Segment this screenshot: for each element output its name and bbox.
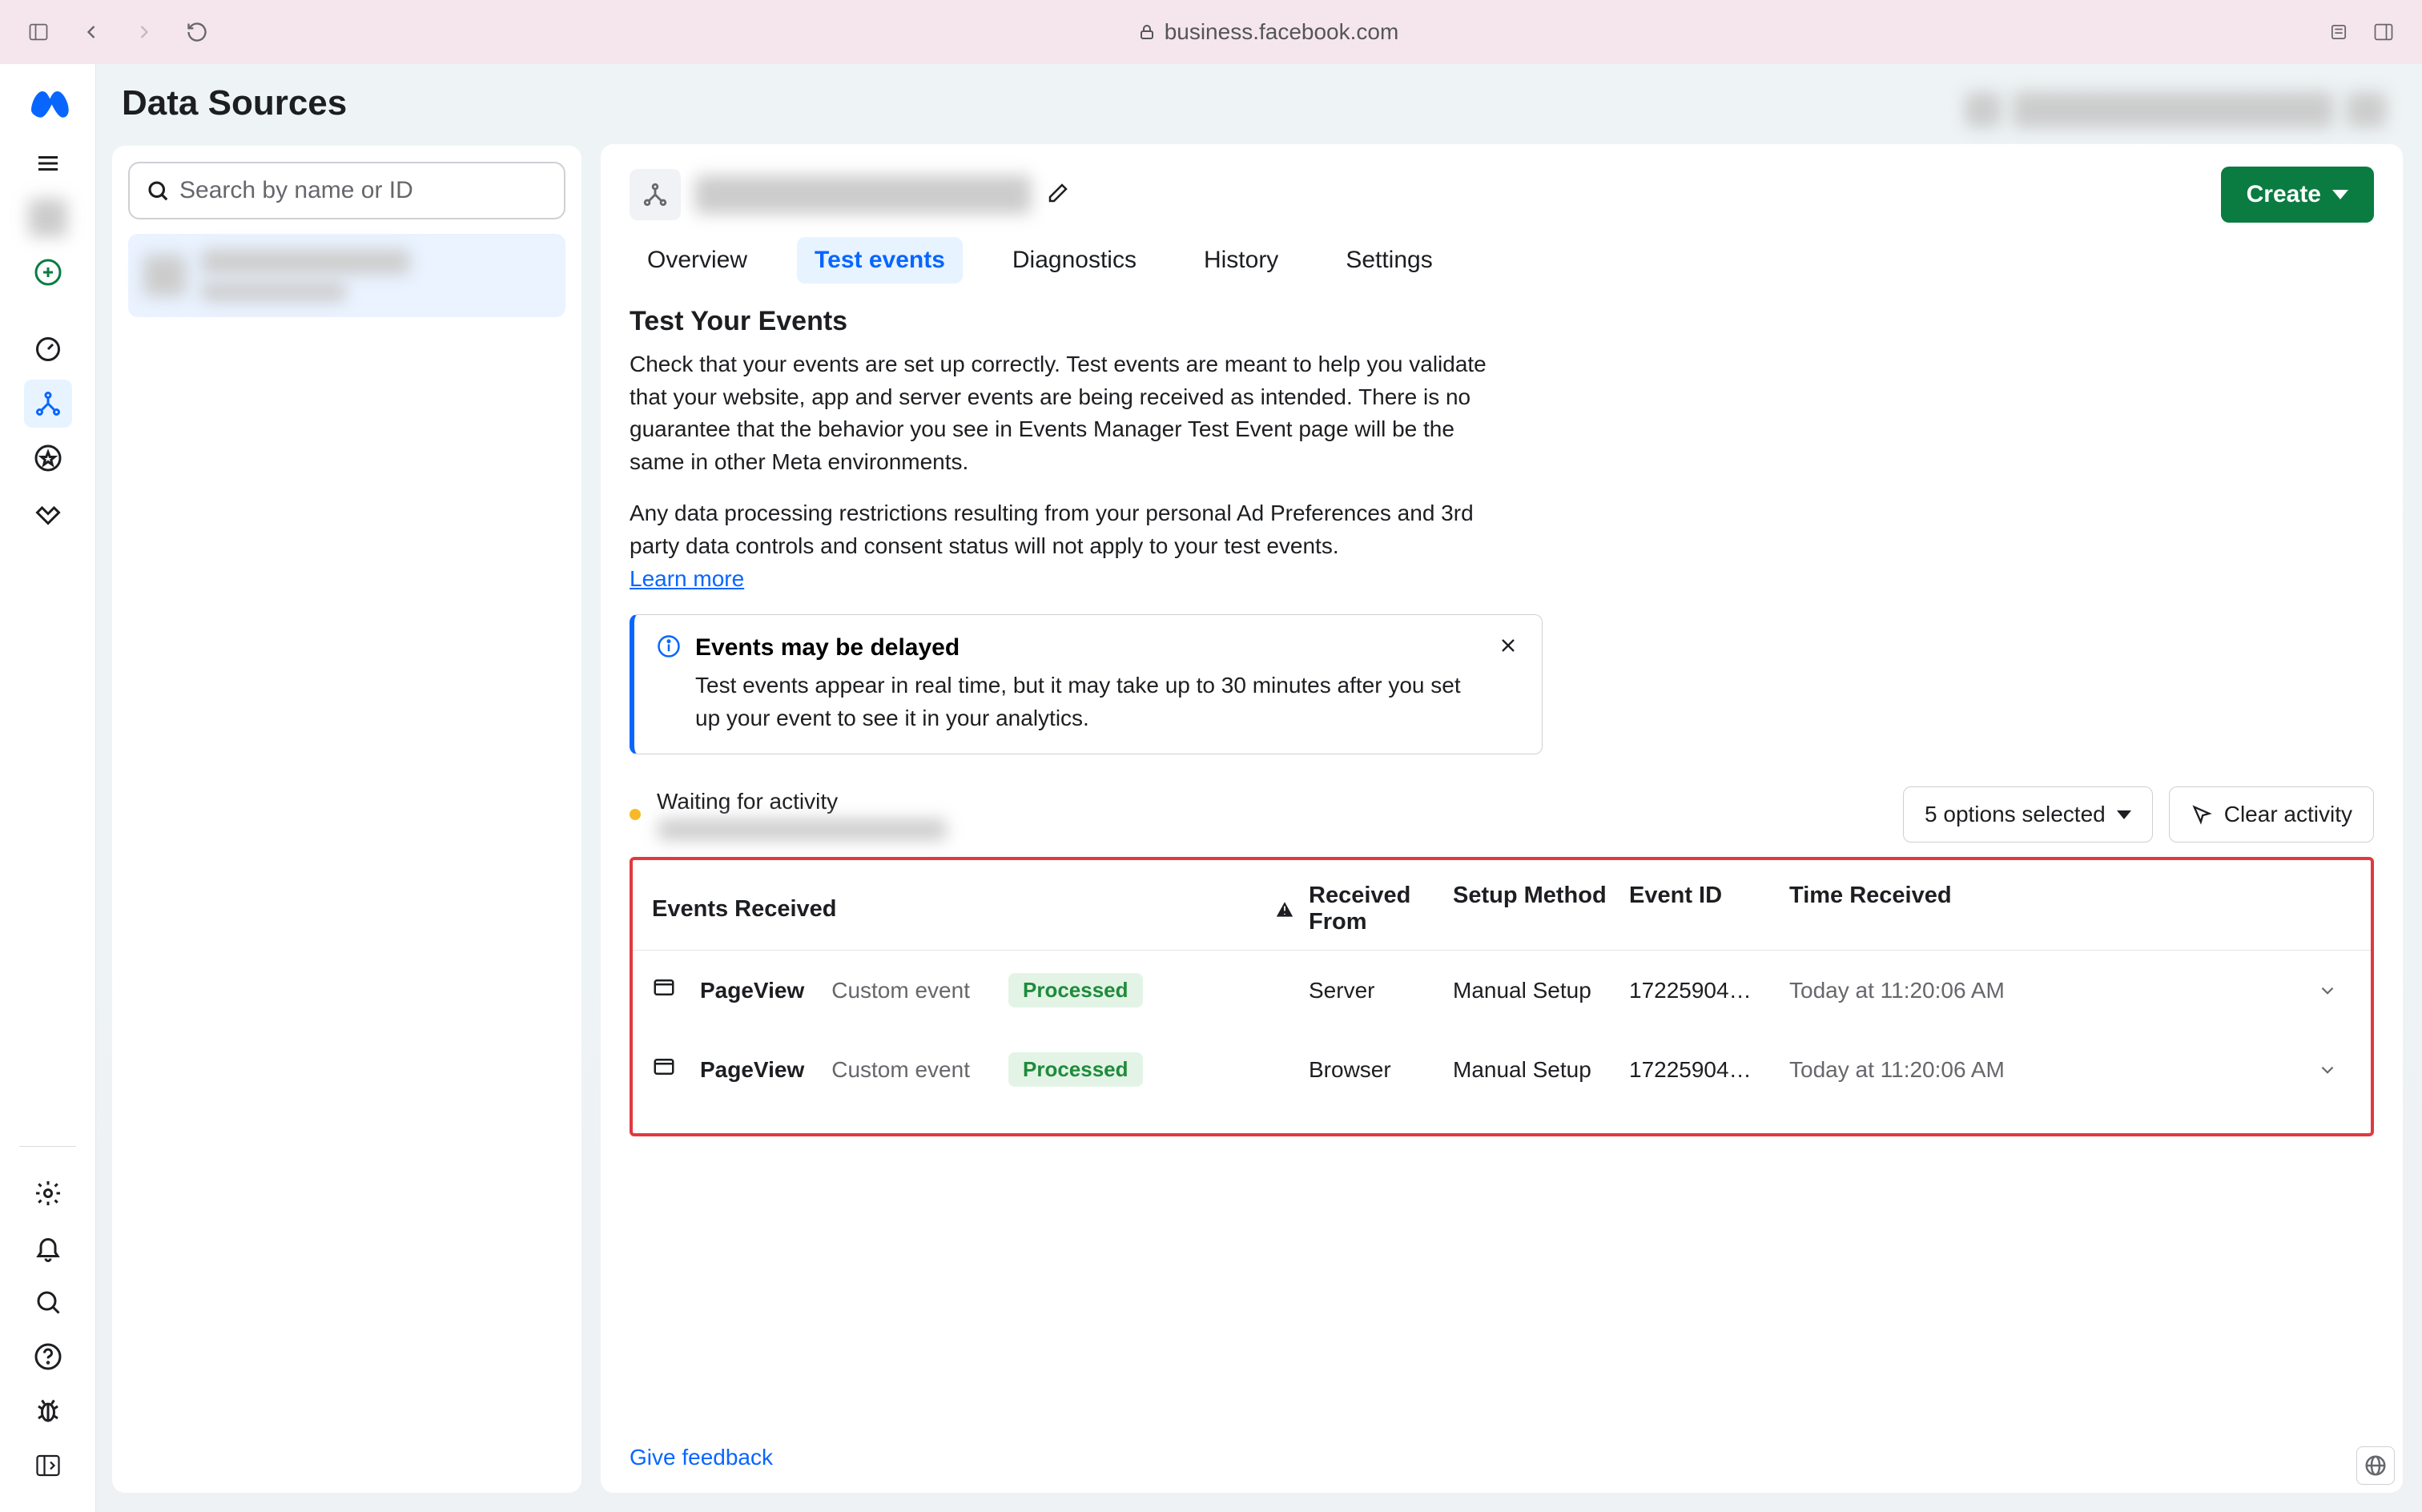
th-eid: Event ID <box>1629 883 1789 935</box>
main-card: Create Overview Test events Diagnostics … <box>601 144 2403 1493</box>
sidebar-toggle-icon[interactable] <box>24 18 53 46</box>
events-table: Events Received Received From Setup Meth… <box>630 857 2374 1136</box>
cell-from: Browser <box>1309 1057 1453 1083</box>
data-source-row[interactable] <box>128 234 565 317</box>
page-title: Data Sources <box>122 83 581 123</box>
cell-eid: 17225904… <box>1629 1057 1789 1083</box>
app-shell: Data Sources <box>0 64 2422 1512</box>
main-panel: Create Overview Test events Diagnostics … <box>597 64 2422 1512</box>
data-source-name <box>695 175 1032 214</box>
star-icon[interactable] <box>24 434 72 482</box>
cell-setup: Manual Setup <box>1453 1057 1629 1083</box>
table-header: Events Received Received From Setup Meth… <box>633 868 2371 951</box>
event-type: Custom event <box>831 978 970 1003</box>
search-field[interactable] <box>128 162 565 219</box>
create-button-label: Create <box>2247 181 2321 208</box>
status-text: Waiting for activity <box>657 789 947 814</box>
tab-settings[interactable]: Settings <box>1328 237 1450 284</box>
globe-icon[interactable] <box>2356 1446 2395 1485</box>
browser-icon <box>652 1055 676 1084</box>
handshake-icon[interactable] <box>24 489 72 537</box>
tab-diagnostics[interactable]: Diagnostics <box>995 237 1154 284</box>
th-setup: Setup Method <box>1453 883 1629 935</box>
cell-setup: Manual Setup <box>1453 978 1629 1003</box>
status-badge: Processed <box>1008 1052 1143 1087</box>
collapse-icon[interactable] <box>24 1442 72 1490</box>
filter-label: 5 options selected <box>1925 802 2106 827</box>
cell-eid: 17225904… <box>1629 978 1789 1003</box>
event-name: PageView <box>700 1057 804 1083</box>
search-input[interactable] <box>179 177 548 204</box>
filter-dropdown[interactable]: 5 options selected <box>1903 786 2153 842</box>
add-icon[interactable] <box>24 248 72 296</box>
share-icon[interactable] <box>2324 18 2353 46</box>
reload-icon[interactable] <box>183 18 211 46</box>
account-avatar[interactable] <box>24 194 72 242</box>
banner-title: Events may be delayed <box>695 634 1483 662</box>
bug-icon[interactable] <box>24 1387 72 1435</box>
cursor-icon <box>2191 803 2213 826</box>
status-dot-icon <box>630 809 641 820</box>
section-body-2-text: Any data processing restrictions resulti… <box>630 501 1474 558</box>
warning-icon <box>1261 883 1309 935</box>
clear-label: Clear activity <box>2224 802 2352 827</box>
chevron-down-icon[interactable] <box>2303 980 2352 1001</box>
section-body-2: Any data processing restrictions resulti… <box>630 497 1511 595</box>
back-icon[interactable] <box>77 18 106 46</box>
tabs: Overview Test events Diagnostics History… <box>630 237 2374 284</box>
address-bar[interactable]: business.facebook.com <box>235 19 2300 45</box>
delay-banner: Events may be delayed Test events appear… <box>630 614 1543 754</box>
give-feedback-link[interactable]: Give feedback <box>630 1397 2374 1470</box>
tab-history[interactable]: History <box>1186 237 1296 284</box>
status-badge: Processed <box>1008 973 1143 1007</box>
url-text: business.facebook.com <box>1165 19 1399 45</box>
chevron-down-icon <box>2332 190 2348 199</box>
section-title: Test Your Events <box>630 306 2374 337</box>
event-name: PageView <box>700 978 804 1003</box>
banner-text: Test events appear in real time, but it … <box>695 670 1483 734</box>
table-row[interactable]: PageView Custom event Processed Browser … <box>633 1030 2371 1109</box>
learn-more-link[interactable]: Learn more <box>630 566 744 591</box>
browser-icon <box>652 975 676 1005</box>
cell-from: Server <box>1309 978 1453 1003</box>
tab-overview[interactable]: Overview <box>630 237 765 284</box>
gear-icon[interactable] <box>24 1169 72 1217</box>
table-row[interactable]: PageView Custom event Processed Server M… <box>633 951 2371 1030</box>
data-source-header: Create <box>630 167 2374 223</box>
th-events: Events Received <box>652 883 1261 935</box>
tabs-icon[interactable] <box>2369 18 2398 46</box>
lock-icon <box>1137 22 1157 42</box>
status-subtext <box>658 819 947 840</box>
activity-row: Waiting for activity 5 options selected … <box>630 786 2374 842</box>
data-sources-icon[interactable] <box>24 380 72 428</box>
event-type: Custom event <box>831 1057 970 1083</box>
menu-icon[interactable] <box>24 139 72 187</box>
create-button[interactable]: Create <box>2221 167 2374 223</box>
section-body-1: Check that your events are set up correc… <box>630 348 1511 478</box>
pixel-icon <box>630 169 681 220</box>
th-time: Time Received <box>1789 883 2303 935</box>
info-icon <box>657 634 681 734</box>
data-source-list <box>112 146 581 1493</box>
meta-logo-icon[interactable] <box>26 80 70 125</box>
left-panel: Data Sources <box>96 64 597 1512</box>
chevron-down-icon[interactable] <box>2303 1060 2352 1080</box>
chevron-down-icon <box>2117 810 2131 819</box>
forward-icon <box>130 18 159 46</box>
nav-rail <box>0 64 96 1512</box>
gauge-icon[interactable] <box>24 325 72 373</box>
help-icon[interactable] <box>24 1333 72 1381</box>
tab-test-events[interactable]: Test events <box>797 237 963 284</box>
search-icon[interactable] <box>24 1278 72 1326</box>
cell-time: Today at 11:20:06 AM <box>1789 1057 2303 1083</box>
cell-time: Today at 11:20:06 AM <box>1789 978 2303 1003</box>
bell-icon[interactable] <box>24 1224 72 1272</box>
close-icon[interactable] <box>1497 634 1519 734</box>
browser-chrome: business.facebook.com <box>0 0 2422 64</box>
search-icon <box>146 179 170 203</box>
account-bar <box>601 83 2403 144</box>
th-from: Received From <box>1309 883 1453 935</box>
edit-icon[interactable] <box>1046 181 1070 209</box>
clear-activity-button[interactable]: Clear activity <box>2169 786 2374 842</box>
